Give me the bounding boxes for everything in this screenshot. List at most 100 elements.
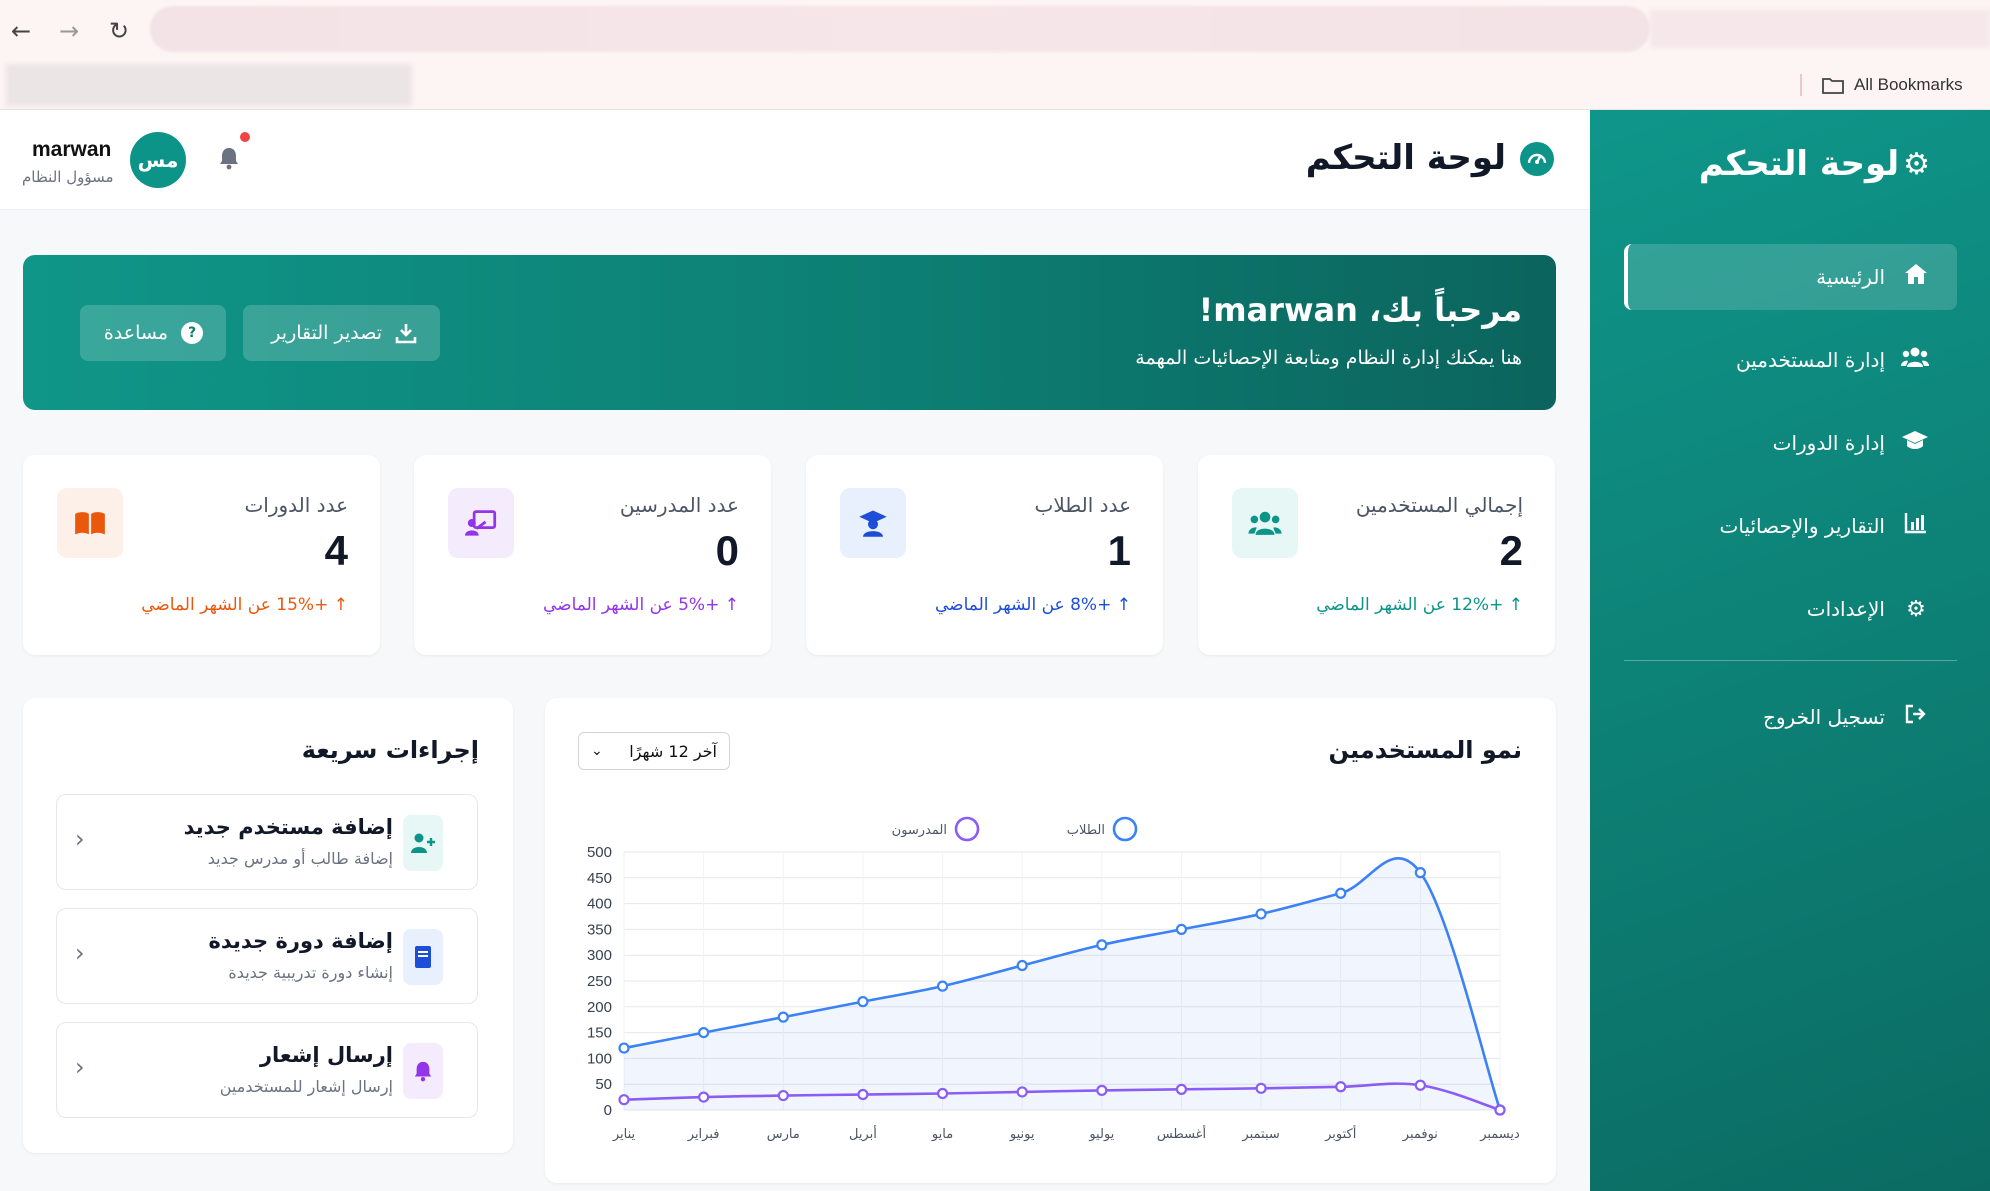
sidebar-item-label: التقارير والإحصائيات <box>1719 514 1885 538</box>
data-point <box>1414 1079 1426 1091</box>
forward-icon[interactable]: → <box>52 14 86 48</box>
data-point <box>1255 908 1267 920</box>
gear-icon: ⚙ <box>1906 596 1926 622</box>
quick-action-title: إرسال إشعار <box>259 1043 393 1067</box>
chart-icon <box>1903 512 1929 540</box>
stat-label: عدد المدرسين <box>619 493 739 517</box>
download-icon <box>394 321 418 345</box>
data-point <box>936 1087 949 1100</box>
data-point <box>1096 1084 1108 1096</box>
book-open-icon <box>57 488 123 558</box>
legend-label: الطلاب <box>1067 823 1105 838</box>
export-reports-label: تصدير التقارير <box>271 322 382 344</box>
logout-label: تسجيل الخروج <box>1762 705 1885 729</box>
welcome-subtitle: هنا يمكنك إدارة النظام ومتابعة الإحصائيا… <box>1135 347 1522 369</box>
x-tick-label: يناير <box>612 1127 636 1142</box>
sidebar-brand[interactable]: ⚙ لوحة التحكم <box>1699 144 1930 184</box>
bell-icon <box>403 1043 443 1099</box>
teacher-icon <box>448 488 514 558</box>
x-tick-label: أغسطس <box>1157 1125 1206 1142</box>
data-point <box>1335 887 1347 899</box>
data-point <box>1016 959 1028 972</box>
x-tick-label: يونيو <box>1009 1127 1035 1142</box>
notification-bell-icon[interactable] <box>218 146 240 176</box>
y-tick-label: 150 <box>587 1025 612 1042</box>
y-tick-label: 50 <box>595 1076 612 1093</box>
quick-action-send-notification[interactable]: إرسال إشعار إرسال إشعار للمستخدمين ‹ <box>56 1022 478 1118</box>
sidebar-item-home[interactable]: الرئيسية <box>1624 244 1957 310</box>
quick-action-add-user[interactable]: إضافة مستخدم جديد إضافة طالب أو مدرس جدي… <box>56 794 478 890</box>
help-button[interactable]: ? مساعدة <box>80 305 226 361</box>
stat-value: 2 <box>1499 527 1523 574</box>
users-icon <box>1232 488 1298 558</box>
stat-value: 1 <box>1107 527 1131 574</box>
data-point <box>618 1094 630 1106</box>
user-role: مسؤول النظام <box>22 168 114 186</box>
y-tick-label: 0 <box>604 1102 612 1119</box>
sidebar-item-users[interactable]: إدارة المستخدمين <box>1624 327 1957 393</box>
stat-trend: ↑ +5% عن الشهر الماضي <box>543 595 739 615</box>
stat-label: عدد الطلاب <box>1034 493 1131 517</box>
stat-value: 0 <box>715 527 739 574</box>
quick-action-title: إضافة مستخدم جديد <box>183 815 393 839</box>
data-point <box>777 1011 789 1023</box>
x-tick-label: يوليو <box>1088 1127 1114 1142</box>
sidebar-item-settings[interactable]: ⚙ الإعدادات <box>1624 576 1957 642</box>
address-bar[interactable] <box>150 6 1650 52</box>
x-tick-label: نوفمبر <box>1402 1127 1438 1142</box>
y-tick-label: 300 <box>587 947 612 964</box>
data-point <box>698 1027 710 1039</box>
data-point <box>1414 867 1426 879</box>
y-tick-label: 450 <box>587 870 612 887</box>
user-name: marwan <box>32 138 112 161</box>
logout-button[interactable]: تسجيل الخروج <box>1624 684 1957 750</box>
graduation-cap-icon <box>1902 429 1929 457</box>
reload-icon[interactable]: ↻ <box>102 14 136 48</box>
data-point <box>1175 923 1188 935</box>
sidebar-brand-label: لوحة التحكم <box>1698 144 1900 184</box>
y-tick-label: 400 <box>587 896 612 913</box>
stat-trend: ↑ +8% عن الشهر الماضي <box>935 595 1131 615</box>
y-tick-label: 350 <box>587 921 612 938</box>
quick-action-subtitle: إنشاء دورة تدريبية جديدة <box>228 963 393 982</box>
sidebar-item-reports[interactable]: التقارير والإحصائيات <box>1624 493 1957 559</box>
top-header: لوحة التحكم marwan مسؤول النظام مس <box>0 110 1590 210</box>
x-tick-label: أبريل <box>849 1125 877 1142</box>
help-label: مساعدة <box>103 322 168 344</box>
y-tick-label: 250 <box>587 973 612 990</box>
data-point <box>857 996 869 1008</box>
y-tick-label: 200 <box>587 999 612 1016</box>
browser-chrome: ← → ↻ All Bookmarks <box>0 0 1990 110</box>
bookmark-bar-blur <box>6 64 412 106</box>
stat-card-total-users: إجمالي المستخدمين 2 ↑ +12% عن الشهر الما… <box>1198 455 1555 655</box>
sidebar-item-label: إدارة الدورات <box>1772 431 1885 455</box>
sidebar-item-label: إدارة المستخدمين <box>1736 348 1885 372</box>
toolbar-blur <box>1650 10 1990 48</box>
quick-action-title: إضافة دورة جديدة <box>208 929 393 953</box>
y-tick-label: 100 <box>587 1050 612 1067</box>
stat-value: 4 <box>324 527 348 574</box>
x-tick-label: مارس <box>767 1127 800 1142</box>
quick-action-subtitle: إضافة طالب أو مدرس جديد <box>207 849 393 868</box>
series-area <box>624 858 1500 1110</box>
data-point <box>857 1088 869 1101</box>
stat-card-teachers: عدد المدرسين 0 ↑ +5% عن الشهر الماضي <box>414 455 771 655</box>
quick-action-add-course[interactable]: إضافة دورة جديدة إنشاء دورة تدريبية جديد… <box>56 908 478 1004</box>
sidebar-item-courses[interactable]: إدارة الدورات <box>1624 410 1957 476</box>
stat-trend: ↑ +15% عن الشهر الماضي <box>141 595 348 615</box>
y-tick-label: 500 <box>587 844 612 861</box>
quick-actions-title: إجراءات سريعة <box>301 736 479 764</box>
bookmarks-divider <box>1800 74 1802 96</box>
speedometer-icon <box>1520 142 1554 176</box>
quick-actions-card: إجراءات سريعة إضافة مستخدم جديد إضافة طا… <box>23 698 513 1153</box>
export-reports-button[interactable]: تصدير التقارير <box>243 305 440 361</box>
legend-label: المدرسون <box>892 823 947 838</box>
user-plus-icon <box>403 815 443 871</box>
avatar[interactable]: مس <box>130 132 186 188</box>
book-icon <box>403 929 443 985</box>
back-icon[interactable]: ← <box>4 14 38 48</box>
question-circle-icon: ? <box>180 321 204 345</box>
stat-trend: ↑ +12% عن الشهر الماضي <box>1316 595 1523 615</box>
folder-icon <box>1822 78 1844 94</box>
all-bookmarks-button[interactable]: All Bookmarks <box>1822 70 1963 100</box>
